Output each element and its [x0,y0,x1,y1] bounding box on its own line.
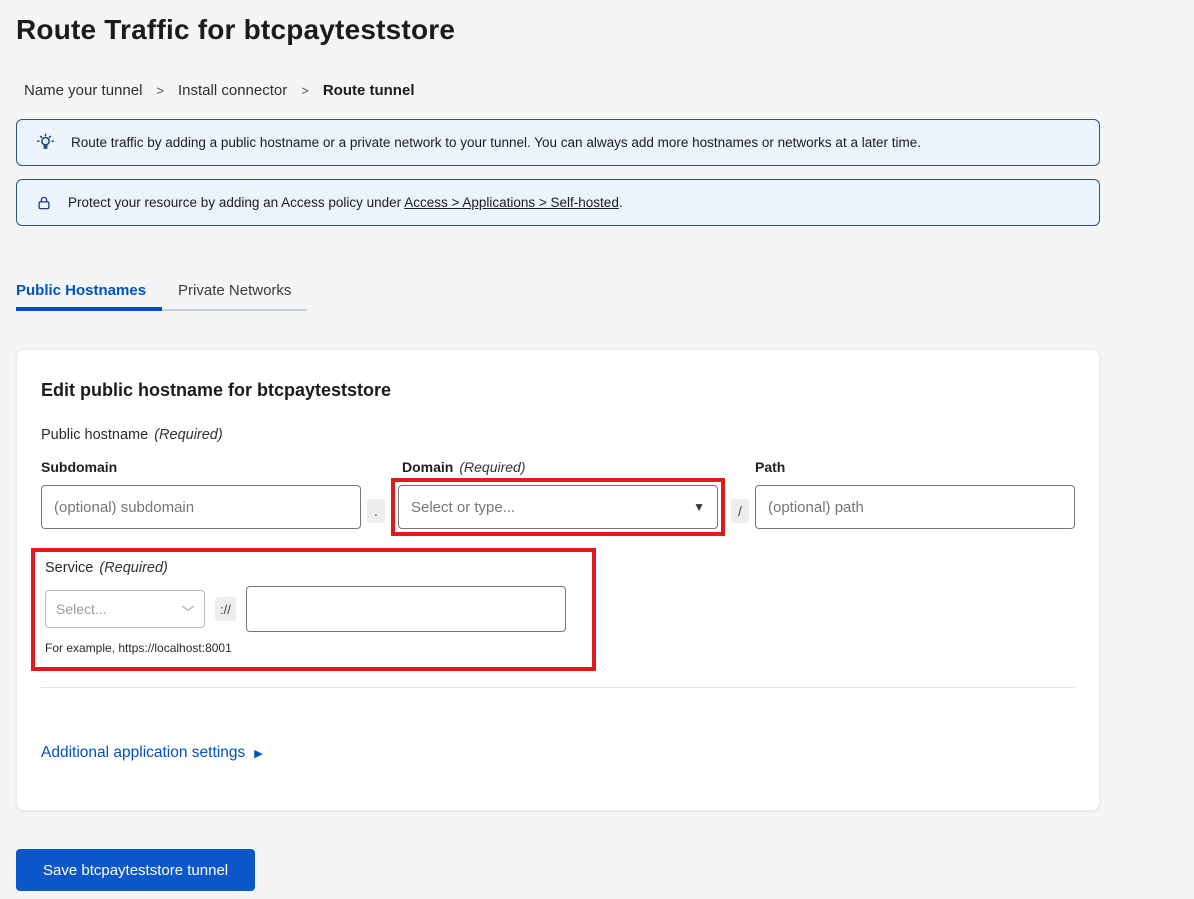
section-divider [41,687,1075,688]
additional-application-settings-toggle[interactable]: Additional application settings ▶ [41,744,263,762]
hostname-row: Subdomain . Domain (Required) Select or t… [41,459,1075,536]
breadcrumb-route-tunnel: Route tunnel [323,82,415,99]
domain-label: Domain [402,459,453,475]
service-label-row: Service (Required) [45,560,566,576]
page-title: Route Traffic for btcpayteststore [16,0,1100,46]
tip-banner-text: Route traffic by adding a public hostnam… [71,135,921,150]
domain-field-group: Domain (Required) Select or type... ▼ [391,459,725,536]
service-example-text: For example, https://localhost:8001 [45,641,566,655]
edit-public-hostname-card: Edit public hostname for btcpayteststore… [16,349,1100,811]
breadcrumb-separator: > [156,83,164,98]
lightbulb-icon [35,132,56,153]
additional-settings-label: Additional application settings [41,744,245,762]
service-type-select[interactable]: Select... [45,590,205,628]
breadcrumb-name-your-tunnel[interactable]: Name your tunnel [24,82,142,99]
domain-select[interactable]: Select or type... ▼ [398,485,718,529]
path-field-group: Path [755,459,1075,529]
slash-joiner: / [731,499,749,523]
service-label: Service [45,560,93,576]
breadcrumb: Name your tunnel > Install connector > R… [24,82,1100,99]
path-input[interactable] [755,485,1075,529]
access-applications-self-hosted-link[interactable]: Access > Applications > Self-hosted [404,195,619,210]
domain-label-row: Domain (Required) [391,459,725,475]
public-hostname-label: Public hostname [41,427,148,443]
save-tunnel-button[interactable]: Save btcpayteststore tunnel [16,849,255,891]
dot-joiner: . [367,499,385,523]
access-banner-text-before: Protect your resource by adding an Acces… [68,195,404,210]
access-banner-text-after: . [619,195,623,210]
subdomain-input[interactable] [41,485,361,529]
tab-private-networks[interactable]: Private Networks [178,282,307,311]
tab-public-hostnames[interactable]: Public Hostnames [16,282,162,311]
breadcrumb-separator: > [301,83,309,98]
chevron-down-icon [180,602,197,617]
service-url-input[interactable] [246,586,566,632]
subdomain-label: Subdomain [41,459,361,475]
caret-down-icon: ▼ [693,500,705,514]
tip-banner: Route traffic by adding a public hostnam… [16,119,1100,166]
breadcrumb-install-connector[interactable]: Install connector [178,82,287,99]
card-heading: Edit public hostname for btcpayteststore [41,380,1075,401]
access-banner-text: Protect your resource by adding an Acces… [68,195,623,210]
domain-required-label: (Required) [459,459,525,475]
service-controls: Select... :// [45,586,566,632]
scheme-joiner: :// [215,597,236,621]
page-content: Route Traffic for btcpayteststore Name y… [16,0,1100,811]
domain-select-placeholder: Select or type... [411,499,515,516]
service-annotation-red-box: Service (Required) Select... :// For exam… [31,548,596,671]
service-required-label: (Required) [99,560,168,576]
subdomain-field-group: Subdomain [41,459,361,529]
tab-bar: Public Hostnames Private Networks [16,282,307,311]
public-hostname-required-label: (Required) [154,427,223,443]
access-policy-banner: Protect your resource by adding an Acces… [16,179,1100,226]
domain-annotation-red-box: Select or type... ▼ [391,478,725,536]
lock-icon [35,194,53,212]
caret-right-icon: ▶ [254,747,262,760]
public-hostname-label-row: Public hostname (Required) [41,427,1075,443]
service-type-placeholder: Select... [56,601,107,617]
path-label: Path [755,459,1075,475]
